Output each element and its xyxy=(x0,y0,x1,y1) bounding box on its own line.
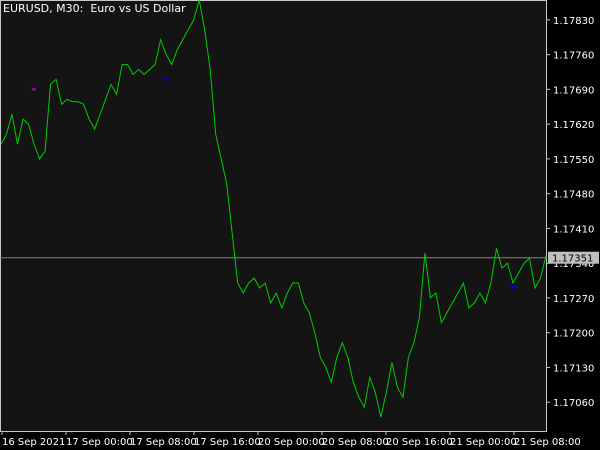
time-tick-label: 21 Sep 00:00 xyxy=(450,437,517,448)
price-tick-label: 1.17480 xyxy=(553,190,594,201)
price-tick-label: 1.17690 xyxy=(553,85,594,96)
chart-window[interactable]: 1.17830 1.17760 1.17690 1.17620 1.17550 1.174… xyxy=(0,0,600,450)
price-tick-label: 1.17200 xyxy=(553,329,594,340)
price-tick-label: 1.17760 xyxy=(553,51,594,62)
time-tick-label: 17 Sep 16:00 xyxy=(194,437,261,448)
price-axis[interactable]: 1.17830 1.17760 1.17690 1.17620 1.17550 1.174… xyxy=(546,16,594,409)
plot-area[interactable] xyxy=(0,0,547,432)
current-price-label: 1.17351 xyxy=(552,254,593,265)
price-tick-label: 1.17130 xyxy=(553,363,594,374)
time-tick-label: 20 Sep 00:00 xyxy=(258,437,325,448)
price-tick-label: 1.17830 xyxy=(553,16,594,27)
current-price-badge: 1.17351 xyxy=(548,251,599,265)
time-axis[interactable]: 16 Sep 2021 17 Sep 00:0017 Sep 08:0017 Se… xyxy=(1,431,581,448)
price-tick-label: 1.17410 xyxy=(553,224,594,235)
time-tick-label: 17 Sep 08:00 xyxy=(130,437,197,448)
time-tick-label: 17 Sep 00:00 xyxy=(66,437,133,448)
time-tick-label: 16 Sep 2021 xyxy=(2,437,65,448)
time-tick-label: 21 Sep 08:00 xyxy=(514,437,581,448)
chart-title: EURUSD, M30: Euro vs US Dollar xyxy=(3,2,186,15)
price-chart[interactable]: 1.17830 1.17760 1.17690 1.17620 1.17550 1.174… xyxy=(0,0,600,450)
price-tick-label: 1.17060 xyxy=(553,398,594,409)
time-tick-label: 20 Sep 08:00 xyxy=(322,437,389,448)
price-tick-label: 1.17550 xyxy=(553,155,594,166)
time-tick-label: 20 Sep 16:00 xyxy=(386,437,453,448)
price-tick-label: 1.17620 xyxy=(553,120,594,131)
price-tick-label: 1.17270 xyxy=(553,294,594,305)
